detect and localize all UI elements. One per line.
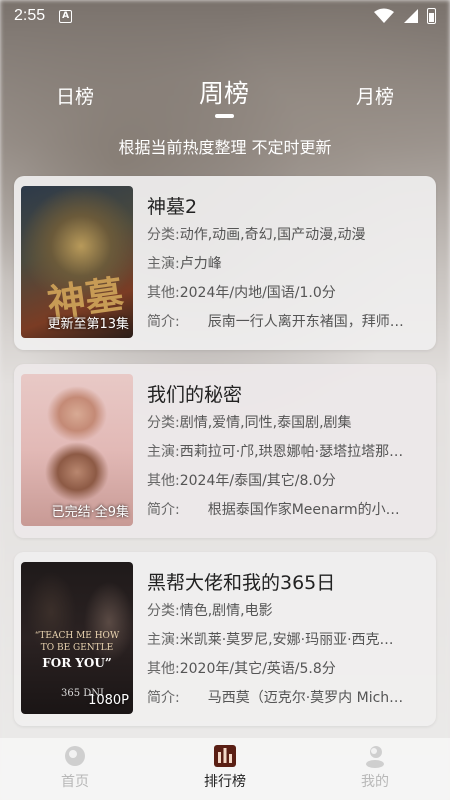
bottom-nav: 首页 排行榜 我的 <box>0 738 450 800</box>
status-right <box>373 8 436 24</box>
signal-icon <box>404 9 418 23</box>
ranking-icon <box>214 745 236 767</box>
ranking-list: 神墓 更新至第13集 神墓2 分类:动作,动画,奇幻,国产动漫,动漫 主演:卢力… <box>14 176 436 740</box>
other-row: 其他:2024年/泰国/其它/8.0分 <box>147 473 336 489</box>
ranking-card[interactable]: 已完结·全9集 我们的秘密 分类:剧情,爱情,同性,泰国剧,剧集 主演:西莉拉可… <box>14 364 436 538</box>
ranking-tabs: 日榜 周榜 月榜 <box>0 72 450 122</box>
home-icon <box>65 746 85 766</box>
poster-image[interactable]: 神墓 更新至第13集 <box>21 186 133 338</box>
nav-profile-label: 我的 <box>361 774 389 790</box>
tab-daily[interactable]: 日榜 <box>56 82 94 109</box>
cast-row: 主演:西莉拉可·邝,珙恩娜帕·瑟塔拉塔那… <box>147 444 404 460</box>
battery-icon <box>427 8 436 24</box>
status-bar: 2:55 A <box>0 0 450 32</box>
cast-row: 主演:卢力峰 <box>147 256 222 272</box>
poster-quote: “TEACH ME HOW TO BE GENTLE <box>34 631 120 653</box>
intro-row: 简介: 根据泰国作家Meenarm的小… <box>147 502 400 518</box>
ranking-card[interactable]: “TEACH ME HOW TO BE GENTLE FOR YOU” 365 … <box>14 552 436 726</box>
nav-profile[interactable]: 我的 <box>300 738 450 800</box>
wifi-icon <box>374 8 394 23</box>
status-time: 2:55 <box>14 7 46 24</box>
poster-image[interactable]: 已完结·全9集 <box>21 374 133 526</box>
episode-badge: 已完结·全9集 <box>51 505 129 520</box>
genre-row: 分类:情色,剧情,电影 <box>147 603 273 619</box>
quality-badge: 1080P <box>88 693 129 708</box>
other-row: 其他:2020年/其它/英语/5.8分 <box>147 661 336 677</box>
cast-row: 主演:米凯莱·莫罗尼,安娜·玛丽亚·西克… <box>147 632 394 648</box>
tab-indicator <box>215 114 234 118</box>
notification-a-icon: A <box>59 9 73 23</box>
genre-row: 分类:剧情,爱情,同性,泰国剧,剧集 <box>147 415 352 431</box>
intro-row: 简介: 辰南一行人离开东褚国，拜师… <box>147 314 404 330</box>
other-row: 其他:2024年/内地/国语/1.0分 <box>147 285 336 301</box>
nav-ranking-label: 排行榜 <box>204 774 246 790</box>
ranking-subtitle: 根据当前热度整理 不定时更新 <box>118 138 332 157</box>
nav-ranking[interactable]: 排行榜 <box>150 738 300 800</box>
ranking-card[interactable]: 神墓 更新至第13集 神墓2 分类:动作,动画,奇幻,国产动漫,动漫 主演:卢力… <box>14 176 436 350</box>
nav-home-label: 首页 <box>61 774 89 790</box>
item-title[interactable]: 神墓2 <box>147 192 197 219</box>
item-title[interactable]: 我们的秘密 <box>147 380 242 407</box>
intro-row: 简介: 马西莫（迈克尔·莫罗内 Mich… <box>147 690 404 706</box>
genre-row: 分类:动作,动画,奇幻,国产动漫,动漫 <box>147 227 366 243</box>
episode-badge: 更新至第13集 <box>47 317 129 332</box>
poster-quote-emphasis: FOR YOU” <box>42 656 112 670</box>
tab-monthly[interactable]: 月榜 <box>356 82 394 109</box>
tab-weekly[interactable]: 周榜 <box>199 74 249 110</box>
item-title[interactable]: 黑帮大佬和我的365日 <box>147 568 335 595</box>
poster-image[interactable]: “TEACH ME HOW TO BE GENTLE FOR YOU” 365 … <box>21 562 133 714</box>
nav-home[interactable]: 首页 <box>0 738 150 800</box>
profile-icon <box>366 746 384 768</box>
